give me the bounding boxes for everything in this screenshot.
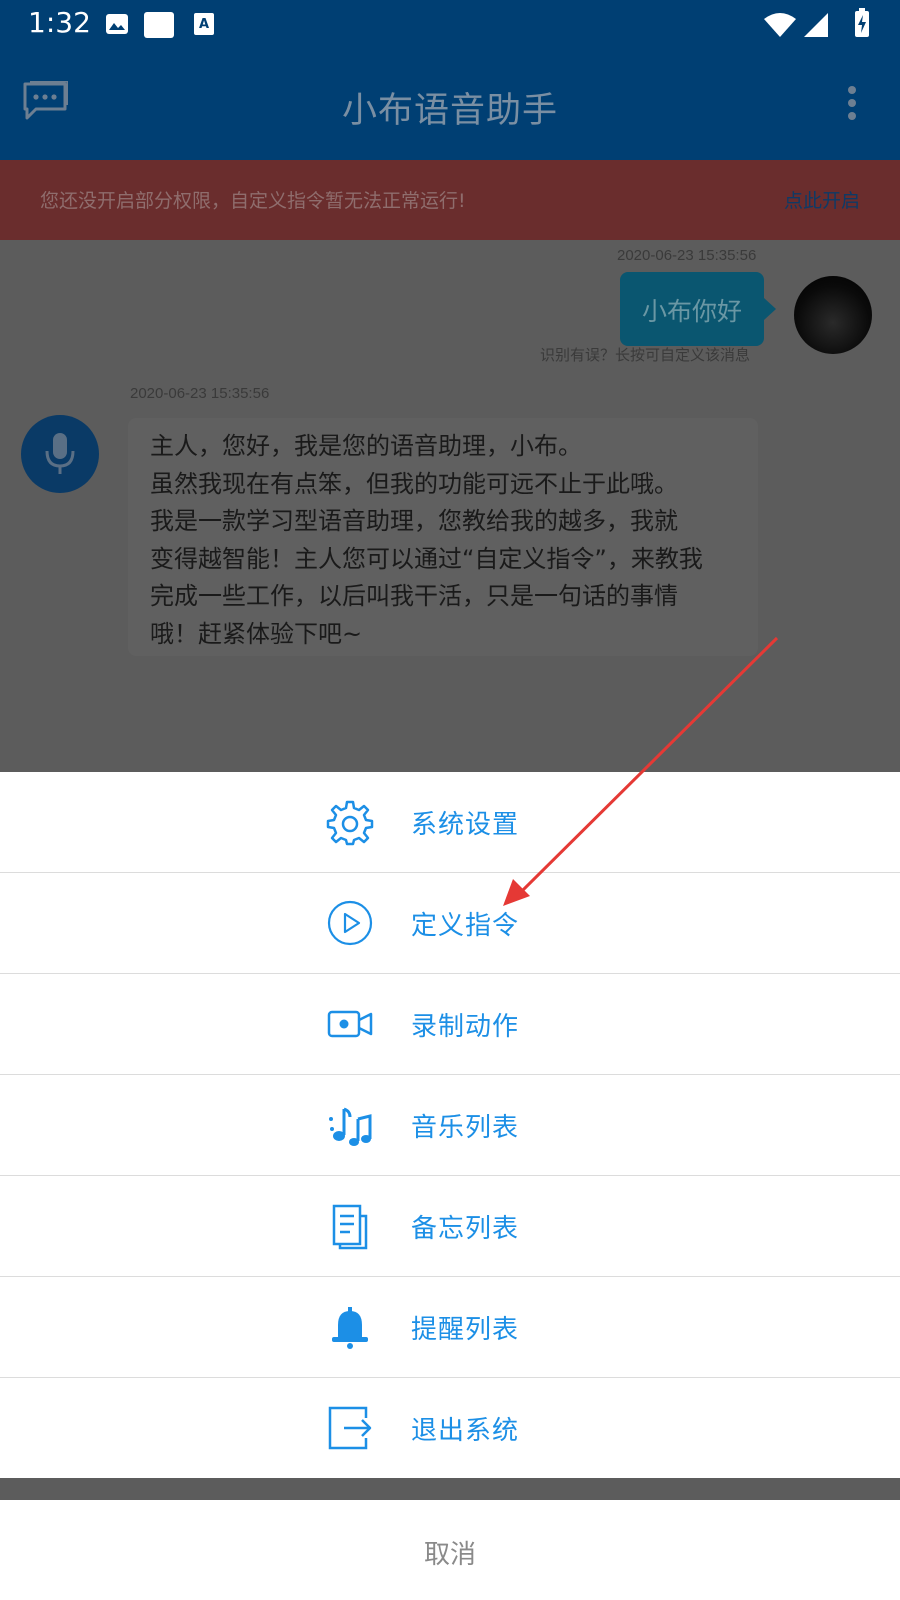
chat-area: 2020-06-23 15:35:56 小布你好 识别有误？长按可自定义该消息 …: [0, 240, 900, 772]
menu-item-label: 提醒列表: [411, 1315, 520, 1345]
bell-icon: [332, 1307, 368, 1349]
menu-item-record-action[interactable]: 录制动作: [0, 974, 900, 1075]
memo-icon: [332, 1204, 368, 1250]
user-avatar: [794, 276, 872, 354]
menu-item-label: 系统设置: [411, 810, 520, 840]
menu-item-exit-system[interactable]: 退出系统: [0, 1378, 900, 1479]
permission-message: 您还没开启部分权限，自定义指令暂无法正常运行!: [40, 190, 466, 212]
play-circle-icon: [327, 900, 373, 946]
exit-icon: [328, 1406, 372, 1450]
signal-icon: [804, 13, 828, 37]
cancel-button[interactable]: 取消: [0, 1500, 900, 1600]
user-message-timestamp: 2020-06-23 15:35:56: [617, 247, 757, 264]
menu-item-reminder-list[interactable]: 提醒列表: [0, 1277, 900, 1378]
status-bar: 1:32 A: [0, 0, 900, 48]
music-note-icon: [329, 1107, 372, 1146]
user-message-bubble[interactable]: 小布你好: [620, 272, 776, 346]
bot-message-text: 主人，您好，我是您的语音助理，小布。 虽然我现在有点笨，但我的功能可远不止于此哦…: [150, 432, 703, 648]
menu-item-label: 录制动作: [411, 1012, 520, 1042]
menu-item-music-list[interactable]: 音乐列表: [0, 1075, 900, 1176]
user-message-hint: 识别有误？长按可自定义该消息: [540, 346, 751, 364]
app-bar: 小布语音助手: [0, 48, 900, 160]
image-notification-icon: [106, 14, 128, 34]
menu-item-label: 定义指令: [411, 911, 520, 941]
menu-item-define-command[interactable]: 定义指令: [0, 873, 900, 974]
menu-item-label: 退出系统: [411, 1416, 520, 1446]
cancel-label: 取消: [423, 1540, 476, 1570]
more-options-icon[interactable]: [846, 85, 858, 121]
bot-avatar: [21, 415, 99, 493]
wifi-icon: [764, 13, 796, 37]
gear-icon: [326, 800, 374, 846]
menu-item-label: 备忘列表: [411, 1214, 520, 1244]
bot-message-bubble[interactable]: 主人，您好，我是您的语音助理，小布。 虽然我现在有点笨，但我的功能可远不止于此哦…: [128, 418, 758, 656]
menu-item-system-settings[interactable]: 系统设置: [0, 772, 900, 873]
microphone-icon: [45, 433, 75, 474]
enable-permission-link[interactable]: 点此开启: [784, 186, 860, 213]
action-sheet: 系统设置 定义指令 录制动作 音乐列表 备忘列表 提醒列表 退出系统: [0, 772, 900, 1479]
bot-message-timestamp: 2020-06-23 15:35:56: [130, 385, 270, 402]
status-time: 1:32: [28, 6, 91, 39]
text-notification-icon: A: [194, 13, 214, 35]
app-title: 小布语音助手: [341, 91, 558, 131]
menu-item-label: 音乐列表: [411, 1113, 520, 1143]
sheet-divider: [0, 1478, 900, 1500]
video-camera-icon: [327, 1010, 373, 1038]
permission-banner: 您还没开启部分权限，自定义指令暂无法正常运行! 点此开启: [0, 160, 900, 240]
user-message-text: 小布你好: [641, 297, 742, 326]
battery-charging-icon: [855, 8, 869, 37]
svg-text:A: A: [199, 17, 209, 32]
menu-item-memo-list[interactable]: 备忘列表: [0, 1176, 900, 1277]
square-notification-icon: [144, 12, 174, 38]
